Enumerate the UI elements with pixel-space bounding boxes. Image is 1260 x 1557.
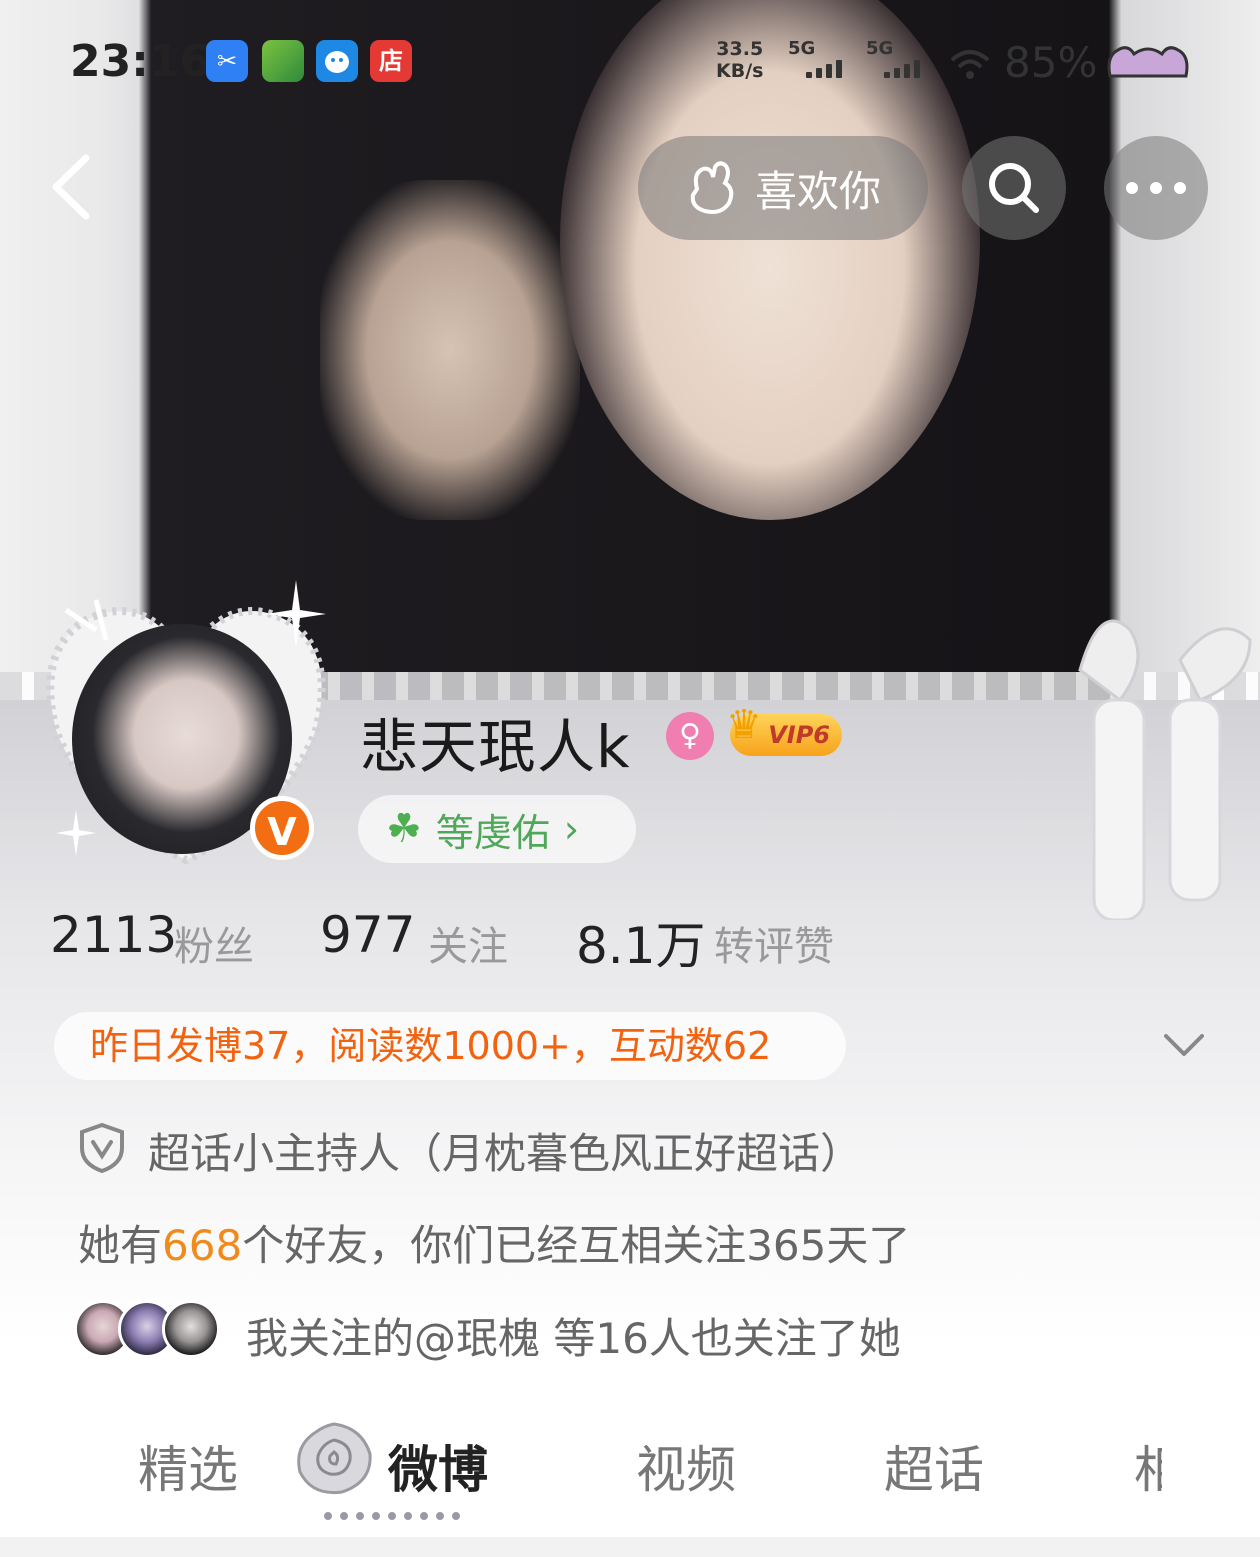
- status-time: 23:16: [70, 36, 211, 87]
- tab-video[interactable]: 视频: [636, 1430, 736, 1502]
- friends-prefix: 她有: [78, 1221, 163, 1270]
- female-icon: ♀: [666, 712, 714, 760]
- interactions-label[interactable]: 转评赞: [714, 914, 834, 972]
- following-label[interactable]: 关注: [428, 914, 508, 972]
- divider: [0, 1537, 1260, 1557]
- battery-percent: 85%: [1004, 38, 1098, 87]
- tab-super-topic[interactable]: 超话: [884, 1430, 984, 1502]
- game-icon: [262, 40, 304, 82]
- following-count[interactable]: 977: [320, 906, 415, 964]
- like-you-button[interactable]: 喜欢你: [638, 136, 928, 240]
- more-dots-icon: [1126, 182, 1186, 194]
- cover-hand-shape: [320, 180, 580, 520]
- store-icon: 店: [370, 40, 412, 82]
- crown-icon: ♛: [726, 702, 762, 748]
- screenshot-icon: ✂: [206, 40, 248, 82]
- back-button[interactable]: [46, 152, 96, 222]
- verified-badge: V: [250, 796, 314, 860]
- search-icon: [989, 163, 1039, 213]
- chevron-right-icon: ›: [563, 807, 580, 851]
- qq-icon: [316, 40, 358, 82]
- rose-icon: [297, 1422, 372, 1495]
- sim2-signal-icon: [884, 60, 928, 78]
- chevron-down-icon[interactable]: [1160, 1026, 1208, 1062]
- tab-featured[interactable]: 精选: [138, 1430, 238, 1502]
- mutual-follow-text[interactable]: 我关注的@珉槐 等16人也关注了她: [246, 1305, 901, 1366]
- net-speed-value: 33.5: [716, 38, 764, 60]
- tab-weibo[interactable]: 微博: [388, 1430, 488, 1502]
- username: 悲天珉人k: [360, 713, 631, 781]
- clover-icon: ☘: [386, 806, 422, 852]
- friends-suffix: 个好友，你们已经互相关注365天了: [242, 1221, 911, 1270]
- more-button[interactable]: [1104, 136, 1208, 240]
- friends-count[interactable]: 668: [162, 1221, 242, 1270]
- vip-badge[interactable]: ♛ VIP6: [726, 704, 842, 756]
- tag-pill[interactable]: ☘ 等虔佑 ›: [358, 795, 636, 863]
- super-topic-host[interactable]: 超话小主持人（月枕暮色风正好超话）: [148, 1120, 862, 1181]
- sim2-label: 5G: [866, 38, 894, 59]
- sim1-signal-icon: [806, 60, 850, 78]
- interactions-count[interactable]: 8.1万: [576, 906, 706, 978]
- wifi-icon: [950, 50, 990, 79]
- friends-info: 她有668个好友，你们已经互相关注365天了: [78, 1212, 910, 1273]
- lace-ribbon-decoration: [1078, 619, 1252, 920]
- tag-label: 等虔佑: [435, 810, 550, 855]
- battery-icon: [1107, 46, 1189, 78]
- net-speed: 33.5 KB/s: [716, 38, 763, 82]
- followers-label[interactable]: 粉丝: [174, 914, 254, 972]
- heart-hand-icon: [690, 161, 734, 214]
- status-bar: 23:16 ✂ 店 33.5 KB/s 5G 5G 85%: [0, 0, 1260, 120]
- active-tab-indicator: [324, 1512, 460, 1520]
- net-speed-unit: KB/s: [716, 60, 764, 82]
- mutual-avatar-3[interactable]: [162, 1300, 220, 1358]
- vip-label: VIP6: [768, 721, 830, 749]
- tab-album[interactable]: 相: [1134, 1430, 1162, 1502]
- sim1-label: 5G: [788, 38, 816, 59]
- like-you-label: 喜欢你: [754, 166, 881, 216]
- shield-icon: [80, 1122, 124, 1174]
- search-button[interactable]: [962, 136, 1066, 240]
- followers-count[interactable]: 2113: [50, 906, 177, 964]
- activity-summary[interactable]: 昨日发博37，阅读数1000+，互动数62: [54, 1012, 846, 1080]
